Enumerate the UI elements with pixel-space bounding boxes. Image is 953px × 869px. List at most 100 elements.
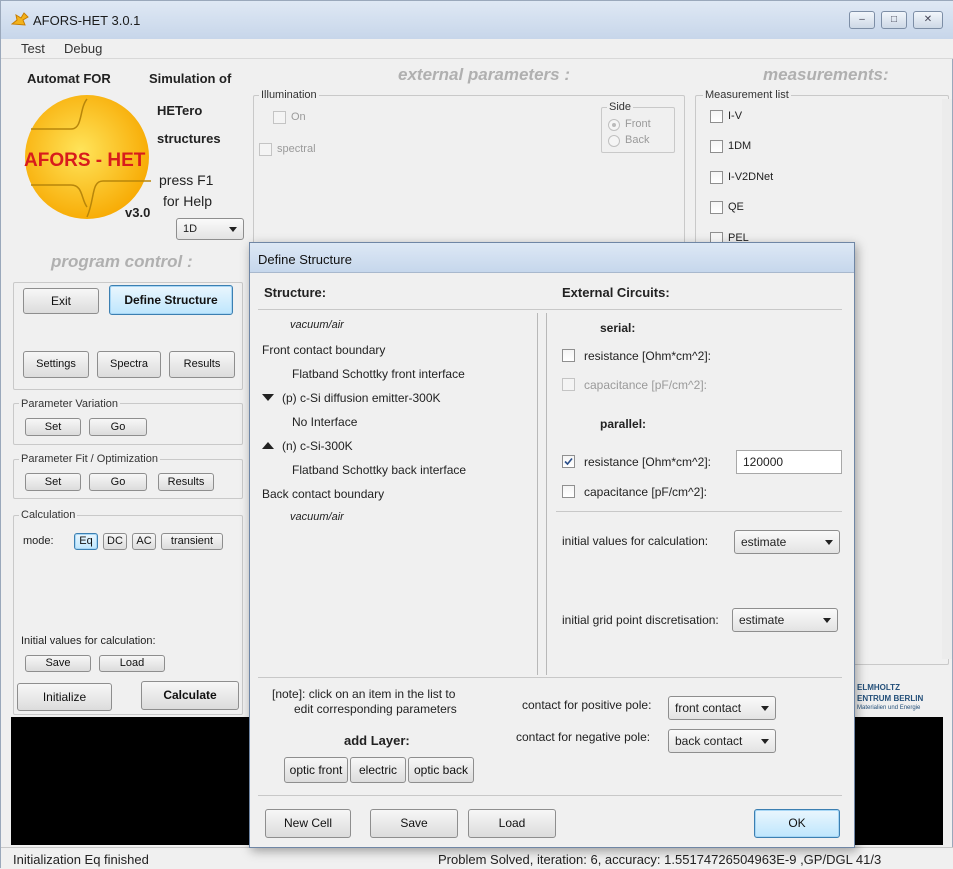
logo-line-simulation: Simulation of [149, 71, 232, 86]
spectral-checkbox[interactable] [259, 143, 272, 156]
variation-set-button[interactable]: Set [25, 418, 81, 436]
side-front-radio[interactable] [608, 119, 620, 131]
structure-item-front-contact[interactable]: Front contact boundary [262, 343, 385, 357]
mode-transient-button[interactable]: transient [161, 533, 223, 550]
results-button[interactable]: Results [169, 351, 235, 378]
helmholtz-line-1: ELMHOLTZ [857, 683, 900, 692]
side-title: Side [607, 101, 634, 113]
serial-label: serial: [600, 321, 636, 335]
side-front-label: Front [625, 118, 651, 130]
variation-go-button[interactable]: Go [89, 418, 147, 436]
chevron-down-icon [825, 540, 833, 545]
grid-discretisation-label: initial grid point discretisation: [562, 613, 719, 627]
structure-item-emitter-label: (p) c-Si diffusion emitter-300K [282, 391, 441, 405]
illumination-on-checkbox[interactable] [273, 111, 286, 124]
helmholtz-line-2: ENTRUM BERLIN [857, 694, 924, 703]
serial-capacitance-checkbox[interactable] [562, 378, 575, 391]
parallel-resistance-input[interactable]: 120000 [736, 450, 842, 474]
triangle-down-icon [262, 394, 274, 401]
structure-item-back-contact[interactable]: Back contact boundary [262, 487, 384, 501]
spectra-button[interactable]: Spectra [97, 351, 161, 378]
mode-eq-button[interactable]: Eq [74, 533, 98, 550]
parallel-resistance-label: resistance [Ohm*cm^2]: [584, 455, 712, 469]
fit-set-button[interactable]: Set [25, 473, 81, 491]
parallel-label: parallel: [600, 417, 647, 431]
structure-item-no-interface[interactable]: No Interface [292, 415, 357, 429]
initial-save-button[interactable]: Save [25, 655, 91, 672]
fit-results-button[interactable]: Results [158, 473, 214, 491]
dialog-title: Define Structure [258, 252, 352, 267]
measurement-iv-checkbox[interactable] [710, 110, 723, 123]
measurement-list-title: Measurement list [703, 89, 791, 101]
structure-item-back-interface[interactable]: Flatband Schottky back interface [292, 463, 466, 477]
external-parameters-header: external parameters : [398, 65, 570, 84]
ok-button[interactable]: OK [754, 809, 840, 838]
add-optic-back-button[interactable]: optic back [408, 757, 474, 783]
menu-bar: Test Debug [1, 39, 953, 59]
parameter-fit-title: Parameter Fit / Optimization [19, 453, 160, 465]
add-electric-button[interactable]: electric [350, 757, 406, 783]
structure-item-nsi[interactable]: (n) c-Si-300K [262, 439, 353, 453]
measurement-iv2dnet-checkbox[interactable] [710, 171, 723, 184]
initial-values-calc-label: initial values for calculation: [562, 534, 709, 548]
logo-line-automat: Automat FOR [27, 71, 111, 86]
parallel-capacitance-label: capacitance [pF/cm^2]: [584, 485, 708, 499]
measurement-iv2dnet-label: I-V2DNet [728, 171, 774, 183]
positive-pole-select[interactable]: front contact [668, 696, 776, 720]
external-circuits-header: External Circuits: [562, 285, 670, 300]
triangle-up-icon [262, 442, 274, 449]
calculate-button[interactable]: Calculate [141, 681, 239, 710]
minimize-button[interactable]: – [849, 11, 875, 29]
negative-pole-value: back contact [675, 734, 743, 748]
menu-debug[interactable]: Debug [64, 41, 102, 56]
maximize-button[interactable]: □ [881, 11, 907, 29]
mode-ac-button[interactable]: AC [132, 533, 156, 550]
structure-item-front-interface[interactable]: Flatband Schottky front interface [292, 367, 465, 381]
structure-item-vacuum-bottom[interactable]: vacuum/air [290, 511, 344, 523]
close-button[interactable]: ✕ [913, 11, 943, 29]
title-bar: AFORS-HET 3.0.1 – □ ✕ [1, 1, 953, 39]
checkmark-icon [564, 457, 573, 466]
logo-name: AFORS - HET [24, 150, 146, 171]
initial-load-button[interactable]: Load [99, 655, 165, 672]
initialize-button[interactable]: Initialize [17, 683, 112, 711]
grid-discretisation-select[interactable]: estimate [732, 608, 838, 632]
serial-resistance-checkbox[interactable] [562, 349, 575, 362]
dialog-load-button[interactable]: Load [468, 809, 556, 838]
parallel-capacitance-checkbox[interactable] [562, 485, 575, 498]
circuit-divider [556, 511, 842, 512]
measurement-qe-checkbox[interactable] [710, 201, 723, 214]
status-left: Initialization Eq finished [13, 852, 149, 867]
settings-button[interactable]: Settings [23, 351, 89, 378]
measurement-1dm-checkbox[interactable] [710, 140, 723, 153]
dialog-save-button[interactable]: Save [370, 809, 458, 838]
logo-version: v3.0 [125, 205, 151, 220]
structure-item-vacuum-top[interactable]: vacuum/air [290, 319, 344, 331]
fit-go-button[interactable]: Go [89, 473, 147, 491]
initial-values-select[interactable]: estimate [734, 530, 840, 554]
note-line-2: edit corresponding parameters [294, 702, 457, 716]
negative-pole-label: contact for negative pole: [516, 730, 651, 744]
header-divider [258, 309, 842, 310]
measurement-scrollbar[interactable] [942, 99, 952, 659]
dialog-title-bar: Define Structure [250, 243, 854, 273]
status-right: Problem Solved, iteration: 6, accuracy: … [438, 852, 882, 867]
add-optic-front-button[interactable]: optic front [284, 757, 348, 783]
define-structure-button[interactable]: Define Structure [109, 285, 233, 315]
mode-label: mode: [23, 535, 54, 547]
structure-item-emitter[interactable]: (p) c-Si diffusion emitter-300K [262, 391, 441, 405]
positive-pole-label: contact for positive pole: [522, 698, 652, 712]
dimension-select[interactable]: 1D [176, 218, 244, 240]
parallel-resistance-checkbox[interactable] [562, 455, 575, 468]
helmholtz-line-3: Materialien und Energie [857, 705, 921, 711]
serial-resistance-label: resistance [Ohm*cm^2]: [584, 349, 712, 363]
serial-capacitance-label: capacitance [pF/cm^2]: [584, 378, 708, 392]
menu-test[interactable]: Test [21, 41, 45, 56]
spectral-label: spectral [277, 143, 316, 155]
negative-pole-select[interactable]: back contact [668, 729, 776, 753]
exit-button[interactable]: Exit [23, 288, 99, 314]
illumination-on-label: On [291, 111, 306, 123]
new-cell-button[interactable]: New Cell [265, 809, 351, 838]
side-back-radio[interactable] [608, 135, 620, 147]
mode-dc-button[interactable]: DC [103, 533, 127, 550]
